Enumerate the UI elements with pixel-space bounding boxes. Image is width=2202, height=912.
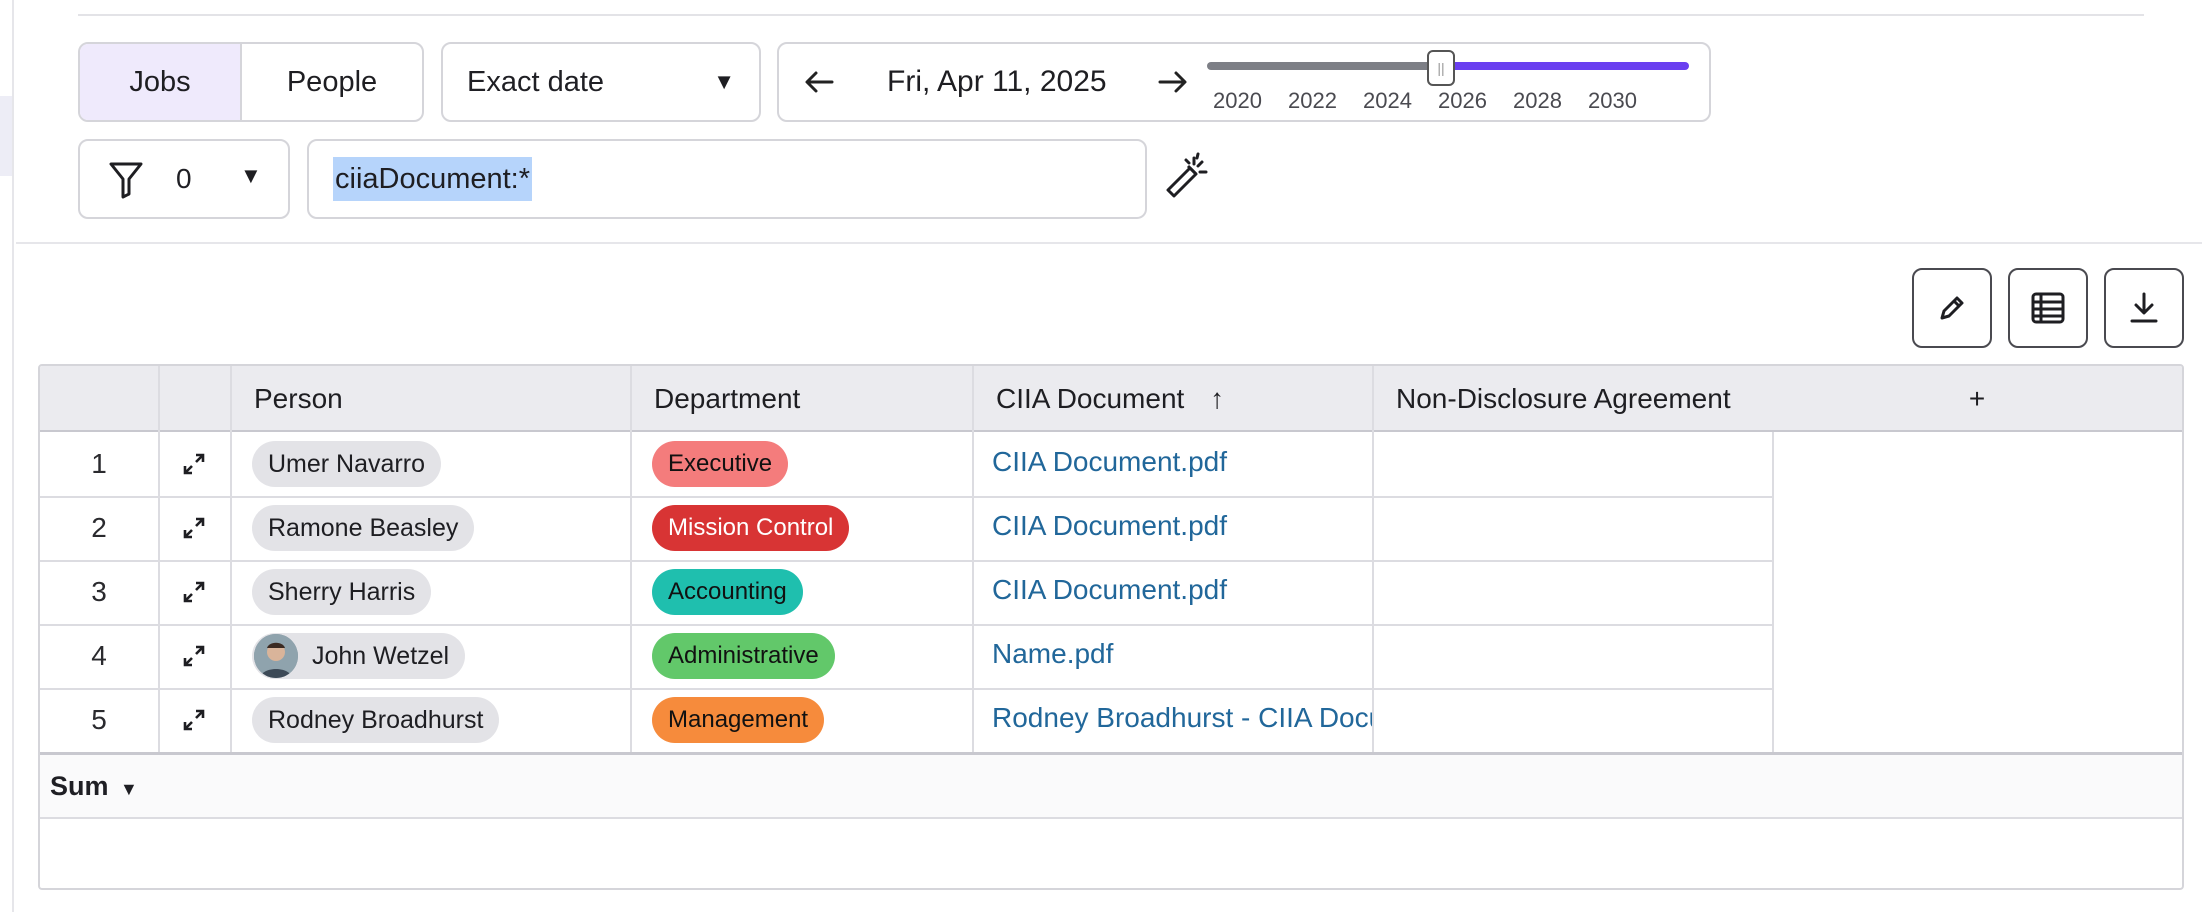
table-row[interactable]: 1 Umer Navarro Executive CIIA Document.p… xyxy=(40,432,2182,496)
person-chip[interactable]: John Wetzel xyxy=(252,633,466,679)
caret-down-icon: ▼ xyxy=(240,163,262,188)
section-divider xyxy=(16,242,2202,244)
expand-row-icon[interactable] xyxy=(158,688,230,752)
department-tag: Administrative xyxy=(652,633,835,679)
date-navigator: Fri, Apr 11, 2025 || 2020 2022 2024 2026… xyxy=(777,42,1711,122)
row-number: 1 xyxy=(91,448,107,479)
slider-tick: 2020 xyxy=(1213,88,1262,113)
table-row[interactable]: 5 Rodney Broadhurst Management Rodney Br… xyxy=(40,688,2182,752)
table-icon xyxy=(2031,292,2065,324)
pencil-icon xyxy=(1940,296,1964,320)
slider-tick: 2028 xyxy=(1513,88,1562,113)
person-name: John Wetzel xyxy=(312,642,450,670)
tab-people[interactable]: People xyxy=(242,44,422,120)
ciia-document-link[interactable]: CIIA Document.pdf xyxy=(992,496,1372,556)
table-row[interactable]: 4 John Wetzel Administrative Name.pdf xyxy=(40,624,2182,688)
columns-button[interactable] xyxy=(2008,268,2088,348)
expand-row-icon[interactable] xyxy=(158,560,230,624)
department-tag: Accounting xyxy=(652,569,803,615)
row-number: 4 xyxy=(91,640,107,671)
department-tag: Management xyxy=(652,697,825,743)
magic-wand-icon[interactable] xyxy=(1162,152,1210,207)
next-date-arrow-icon[interactable] xyxy=(1151,58,1195,106)
row-number: 2 xyxy=(91,512,107,543)
query-text: ciiaDocument:* xyxy=(333,157,533,201)
sum-dropdown[interactable]: Sum ▼ xyxy=(50,755,138,817)
column-header-nda[interactable]: Non-Disclosure Agreement xyxy=(1372,366,1772,432)
ciia-document-link[interactable]: CIIA Document.pdf xyxy=(992,432,1372,492)
expand-row-icon[interactable] xyxy=(158,624,230,688)
column-header-person[interactable]: Person xyxy=(230,366,630,432)
date-mode-label: Exact date xyxy=(467,65,605,98)
caret-down-icon: ▼ xyxy=(713,69,735,94)
column-header-department[interactable]: Department xyxy=(630,366,972,432)
timeline-slider-track-active[interactable] xyxy=(1439,62,1689,70)
slider-tick: 2024 xyxy=(1363,88,1412,113)
add-column-button[interactable]: + xyxy=(1772,366,2182,432)
tab-jobs[interactable]: Jobs xyxy=(80,44,242,120)
column-header-ciia-document[interactable]: CIIA Document ↑ xyxy=(972,366,1302,432)
previous-date-arrow-icon[interactable] xyxy=(797,58,841,106)
table-row[interactable]: 3 Sherry Harris Accounting CIIA Document… xyxy=(40,560,2182,624)
department-tag: Executive xyxy=(652,441,789,487)
person-chip[interactable]: Umer Navarro xyxy=(252,441,441,487)
slider-tick: 2026 xyxy=(1438,88,1487,113)
person-chip[interactable]: Ramone Beasley xyxy=(252,505,475,551)
download-button[interactable] xyxy=(2104,268,2184,348)
ciia-document-link[interactable]: CIIA Document.pdf xyxy=(992,560,1372,620)
avatar xyxy=(254,634,298,678)
expand-row-icon[interactable] xyxy=(158,496,230,560)
ciia-document-link[interactable]: Rodney Broadhurst - CIIA Document.pdf xyxy=(992,688,1372,748)
top-divider xyxy=(78,14,2144,16)
column-header-label: CIIA Document xyxy=(996,383,1185,414)
view-toggle: Jobs People xyxy=(78,42,424,122)
edit-button[interactable] xyxy=(1912,268,1992,348)
person-chip[interactable]: Sherry Harris xyxy=(252,569,432,615)
table-row[interactable]: 2 Ramone Beasley Mission Control CIIA Do… xyxy=(40,496,2182,560)
filter-icon xyxy=(108,161,144,204)
grid-line xyxy=(40,817,2182,819)
slider-tick: 2030 xyxy=(1588,88,1637,113)
left-rail-active-marker xyxy=(0,96,12,176)
person-chip[interactable]: Rodney Broadhurst xyxy=(252,697,500,743)
slider-tick: 2022 xyxy=(1288,88,1337,113)
search-query-input[interactable]: ciiaDocument:* xyxy=(307,139,1147,219)
download-icon xyxy=(2130,292,2158,323)
sum-label: Sum xyxy=(50,771,109,801)
timeline-slider-handle[interactable]: || xyxy=(1427,50,1455,86)
expand-row-icon[interactable] xyxy=(158,432,230,496)
filter-button[interactable]: 0 ▼ xyxy=(78,139,290,219)
summary-row xyxy=(40,755,2182,817)
row-number: 3 xyxy=(91,576,107,607)
timeline-slider-track[interactable] xyxy=(1207,62,1439,70)
row-number: 5 xyxy=(91,704,107,735)
date-mode-select[interactable]: Exact date ▼ xyxy=(441,42,761,122)
department-tag: Mission Control xyxy=(652,505,850,551)
caret-down-icon: ▼ xyxy=(120,779,138,799)
ciia-document-link[interactable]: Name.pdf xyxy=(992,624,1372,684)
filter-count: 0 xyxy=(176,163,192,194)
current-date: Fri, Apr 11, 2025 xyxy=(887,65,1107,98)
sort-ascending-icon[interactable]: ↑ xyxy=(1210,383,1224,414)
data-table: Person Department CIIA Document ↑ Non-Di… xyxy=(38,364,2184,890)
